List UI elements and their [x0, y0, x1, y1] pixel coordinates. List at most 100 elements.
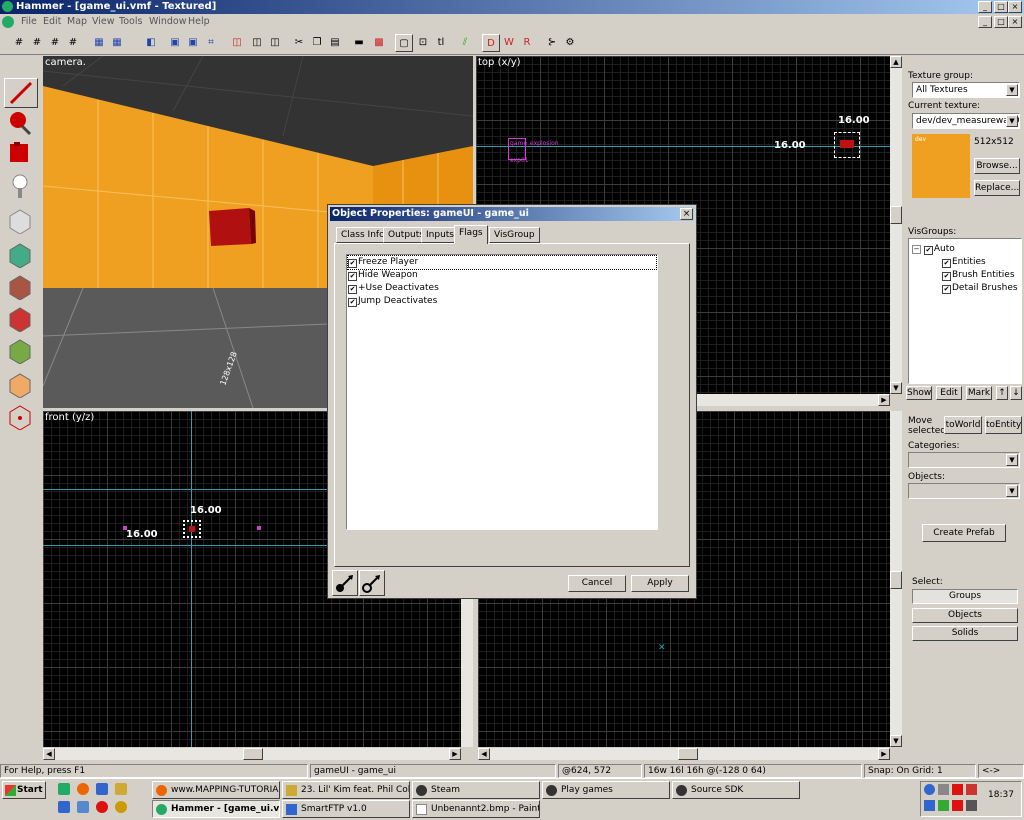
scroll-down-icon[interactable]: ▼	[890, 382, 902, 394]
texture-lock-icon[interactable]: ⌗	[202, 34, 220, 52]
tray-app-icon[interactable]	[966, 784, 977, 795]
dialog-close-button[interactable]: ×	[680, 208, 693, 220]
entity-tool-icon[interactable]	[4, 172, 38, 202]
task-mapping-tutorial[interactable]: www.MAPPING-TUTORIA...	[152, 781, 280, 799]
scroll-down-icon[interactable]: ▼	[890, 735, 902, 747]
help-tray-icon[interactable]	[924, 784, 935, 795]
quicklaunch-desktop-icon[interactable]	[58, 783, 70, 795]
create-prefab-button[interactable]: Create Prefab	[922, 524, 1006, 542]
doc-maximize-button[interactable]: □	[994, 16, 1008, 28]
menu-help[interactable]: Help	[188, 16, 210, 27]
volume-tray-icon[interactable]	[938, 784, 949, 795]
task-music-player[interactable]: 23. Lil' Kim feat. Phil Collin...	[282, 781, 410, 799]
doc-close-button[interactable]: ×	[1008, 16, 1022, 28]
texture-tool-icon[interactable]	[4, 240, 38, 270]
brush-icon[interactable]: R	[518, 34, 536, 52]
scroll-right-icon[interactable]: ▶	[449, 748, 461, 760]
ungroup-icon[interactable]: ▦	[108, 34, 126, 52]
quicklaunch-outlook-icon[interactable]	[96, 783, 108, 795]
tab-visgroup[interactable]: VisGroup	[489, 227, 540, 243]
grid-larger-icon[interactable]: #	[64, 34, 82, 52]
camera-tool-icon[interactable]	[4, 138, 38, 168]
front-handle-right[interactable]	[257, 526, 261, 530]
minimize-button[interactable]: _	[978, 1, 992, 13]
side-scroll-thumb-h[interactable]	[678, 748, 698, 760]
menu-tools[interactable]: Tools	[119, 16, 142, 27]
run-map-icon[interactable]: tl	[432, 34, 450, 52]
maximize-button[interactable]: □	[994, 1, 1008, 13]
show-icon[interactable]: ◫	[248, 34, 266, 52]
checker-icon[interactable]: ▬	[350, 34, 368, 52]
menu-map[interactable]: Map	[67, 16, 87, 27]
hide-icon[interactable]: ◫	[228, 34, 246, 52]
side-viewport-vscroll[interactable]: ▼	[890, 411, 902, 747]
menu-window[interactable]: Window	[149, 16, 186, 27]
cut-icon[interactable]: ✂	[290, 34, 308, 52]
quicklaunch-tool-icon[interactable]	[115, 783, 127, 795]
select-groups-button[interactable]: Groups	[912, 589, 1018, 604]
front-viewport-hscroll[interactable]: ◀ ▶	[43, 748, 461, 760]
tree-collapse-icon[interactable]: −	[912, 245, 921, 254]
texture-thumbnail[interactable]: dev	[912, 134, 970, 198]
chevron-down-icon[interactable]: ▼	[1006, 84, 1018, 96]
antivirus-tray-icon[interactable]	[952, 784, 963, 795]
start-button[interactable]: Start	[2, 781, 46, 799]
task-steam[interactable]: Steam	[412, 781, 540, 799]
flag-hide-weapon[interactable]: ✔ Hide Weapon	[348, 269, 418, 282]
scroll-left-icon[interactable]: ◀	[43, 748, 55, 760]
show-all-icon[interactable]: ◫	[266, 34, 284, 52]
to-world-button[interactable]: toWorld	[944, 416, 982, 434]
scroll-right-icon[interactable]: ▶	[878, 394, 890, 406]
side-viewport-hscroll[interactable]: ◀ ▶	[478, 748, 890, 760]
window-titlebar[interactable]: Hammer - [game_ui.vmf - Textured]	[0, 0, 1024, 14]
task-paint[interactable]: Unbenannt2.bmp - Paint	[412, 800, 540, 818]
network-tray-icon[interactable]	[924, 800, 935, 811]
group-icon[interactable]: ▦	[90, 34, 108, 52]
menu-edit[interactable]: Edit	[43, 16, 61, 27]
task-source-sdk[interactable]: Source SDK	[672, 781, 800, 799]
move-up-icon[interactable]: ↑	[996, 386, 1008, 400]
objects-select[interactable]: ▼	[908, 483, 1020, 499]
zoom-icon[interactable]: ⊡	[414, 34, 432, 52]
save-icon[interactable]: ▣	[184, 34, 202, 52]
decal-tool-icon[interactable]	[4, 304, 38, 334]
task-play-games[interactable]: Play games	[542, 781, 670, 799]
selection-tool-icon[interactable]	[4, 78, 38, 108]
browse-button[interactable]: Browse...	[974, 158, 1020, 174]
quicklaunch-explorer-icon[interactable]	[58, 801, 70, 813]
select-objects-button[interactable]: Objects	[912, 608, 1018, 623]
vertex-tool-icon[interactable]	[4, 402, 38, 432]
visgroups-tree[interactable]: − ✔ Auto ✔ Entities ✔ Brush Entities ✔ Detai…	[908, 238, 1022, 384]
side-scroll-thumb[interactable]	[890, 571, 902, 589]
checkbox-icon[interactable]: ✔	[348, 272, 357, 281]
scroll-left-icon[interactable]: ◀	[478, 748, 490, 760]
scroll-thumb-h[interactable]	[243, 748, 263, 760]
chevron-down-icon[interactable]: ▼	[1006, 485, 1018, 497]
selected-entity[interactable]	[840, 140, 854, 148]
scroll-thumb[interactable]	[890, 206, 902, 224]
quicklaunch-player-icon[interactable]	[115, 801, 127, 813]
checkbox-icon[interactable]: ✔	[348, 285, 357, 294]
cancel-button[interactable]: Cancel	[568, 575, 626, 592]
eyedropper-icon[interactable]	[332, 570, 358, 596]
checkbox-icon[interactable]: ✔	[348, 259, 357, 268]
chevron-down-icon[interactable]: ▼	[1006, 115, 1018, 127]
scroll-up-icon[interactable]: ▲	[890, 56, 902, 68]
quicklaunch-firefox-icon[interactable]	[77, 783, 89, 795]
texture-group-select[interactable]: All Textures ▼	[912, 82, 1020, 98]
top-viewport-vscroll[interactable]: ▲ ▼	[890, 56, 902, 394]
grid-icon[interactable]: #	[10, 34, 28, 52]
edit-button[interactable]: Edit	[936, 386, 962, 400]
dialog-titlebar[interactable]: Object Properties: gameUI - game_ui	[330, 207, 694, 221]
menu-view[interactable]: View	[92, 16, 115, 27]
clip-tool-icon[interactable]	[4, 370, 38, 400]
chevron-down-icon[interactable]: ▼	[1006, 454, 1018, 466]
quicklaunch-messenger-icon[interactable]	[77, 801, 89, 813]
task-smartftp[interactable]: SmartFTP v1.0	[282, 800, 410, 818]
visgroup-entities[interactable]: ✔ Entities	[942, 256, 986, 268]
compile-icon[interactable]: W	[500, 34, 518, 52]
menu-file[interactable]: File	[21, 16, 37, 27]
copy-icon[interactable]: ❐	[308, 34, 326, 52]
paste-icon[interactable]: ▤	[326, 34, 344, 52]
flag-use-deactivates[interactable]: ✔ +Use Deactivates	[348, 282, 439, 295]
